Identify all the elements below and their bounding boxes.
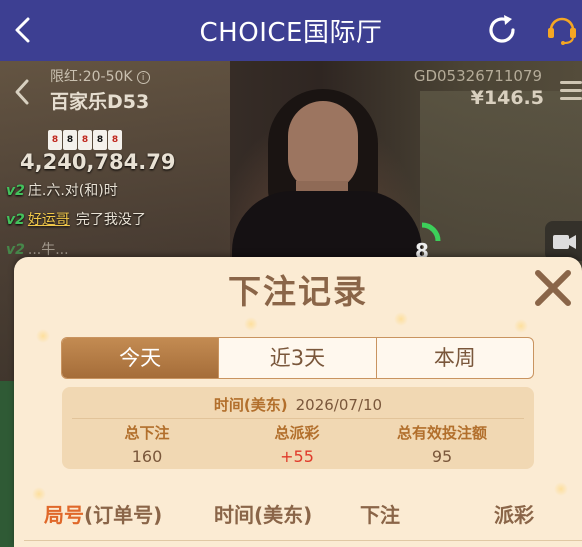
total-bet: 总下注 160 xyxy=(72,422,222,466)
close-x-icon[interactable] xyxy=(532,267,574,309)
sparkle-decoration xyxy=(394,312,408,326)
summary-panel: 时间(美东) 2026/07/10 总下注 160 总派彩 +55 总有效投注额 … xyxy=(62,387,534,469)
total-payout-value: +55 xyxy=(280,447,314,466)
record-table-header: 局号(订单号) 时间(美东) 下注 派彩 xyxy=(14,499,582,529)
total-payout: 总派彩 +55 xyxy=(222,422,372,466)
sparkle-decoration xyxy=(244,317,258,331)
round-label: 局号 xyxy=(44,503,84,527)
vip-badge: v2 xyxy=(6,242,25,258)
divider xyxy=(72,418,524,419)
dealer-face xyxy=(288,101,358,191)
playing-card: 8 xyxy=(93,130,107,150)
card-stack: 88888 xyxy=(48,127,123,150)
refresh-icon[interactable] xyxy=(484,12,520,48)
bet-limit: 限红:20-50K i xyxy=(50,66,150,86)
column-header-bet: 下注 xyxy=(360,503,400,527)
pool-amount: 4,240,784.79 xyxy=(20,150,176,174)
modal-title: 下注记录 xyxy=(228,272,368,311)
column-header-round[interactable]: 局号(订单号) xyxy=(44,499,162,528)
video-toggle-icon[interactable] xyxy=(545,221,582,261)
info-icon[interactable]: i xyxy=(136,71,150,84)
bet-record-modal: 下注记录 今天 近3天 本周 时间(美东) 2026/07/10 总下注 160 … xyxy=(14,257,582,547)
sparkle-decoration xyxy=(554,482,568,496)
divider xyxy=(24,540,582,541)
chat-text: ...牛... xyxy=(27,242,69,258)
valid-bet: 总有效投注额 95 xyxy=(367,422,517,466)
chat-text: 完了我没了 xyxy=(75,212,146,228)
chat-message: v2 庄.六.对(和)时 xyxy=(6,180,118,200)
chat-user[interactable]: 好运哥 xyxy=(28,212,70,228)
vip-badge: v2 xyxy=(6,212,25,228)
order-label: (订单号) xyxy=(84,503,163,527)
bet-limit-label: 限红:20-50K xyxy=(50,69,133,85)
sparkle-decoration xyxy=(514,319,528,333)
chat-message: v2 好运哥 完了我没了 xyxy=(6,209,146,229)
game-id: GD05326711079 xyxy=(413,67,542,85)
tab-this-week[interactable]: 本周 xyxy=(377,338,533,378)
customer-service-headset-icon[interactable] xyxy=(545,12,579,48)
top-nav-bar: CHOICE国际厅 xyxy=(0,0,582,61)
date-label: 时间(美东) xyxy=(213,396,288,414)
column-header-payout: 派彩 xyxy=(494,503,534,527)
total-payout-label: 总派彩 xyxy=(274,424,320,442)
chat-text: 庄.六.对(和)时 xyxy=(27,183,118,199)
balance: ¥146.5 xyxy=(470,87,544,109)
table-name: 百家乐D53 xyxy=(50,91,150,113)
valid-bet-label: 总有效投注额 xyxy=(396,424,487,442)
tab-today[interactable]: 今天 xyxy=(62,338,220,378)
total-bet-value: 160 xyxy=(131,447,163,466)
tab-last-3-days[interactable]: 近3天 xyxy=(219,338,377,378)
date-range-tabs: 今天 近3天 本周 xyxy=(61,337,534,379)
total-bet-label: 总下注 xyxy=(124,424,170,442)
playing-card: 8 xyxy=(63,130,77,150)
sparkle-decoration xyxy=(36,329,50,343)
summary-date: 时间(美东) 2026/07/10 xyxy=(62,394,534,415)
valid-bet-value: 95 xyxy=(431,447,453,466)
playing-card: 8 xyxy=(78,130,92,150)
countdown-timer: 8 xyxy=(402,221,442,263)
chevron-left-icon[interactable] xyxy=(12,77,32,107)
playing-card: 8 xyxy=(108,130,122,150)
menu-icon[interactable] xyxy=(560,81,582,101)
column-header-time: 时间(美东) xyxy=(214,503,313,527)
vip-badge: v2 xyxy=(6,183,25,199)
playing-card: 8 xyxy=(48,130,62,150)
chat-message: v2 ...牛... xyxy=(6,239,69,259)
date-value: 2026/07/10 xyxy=(295,396,383,414)
